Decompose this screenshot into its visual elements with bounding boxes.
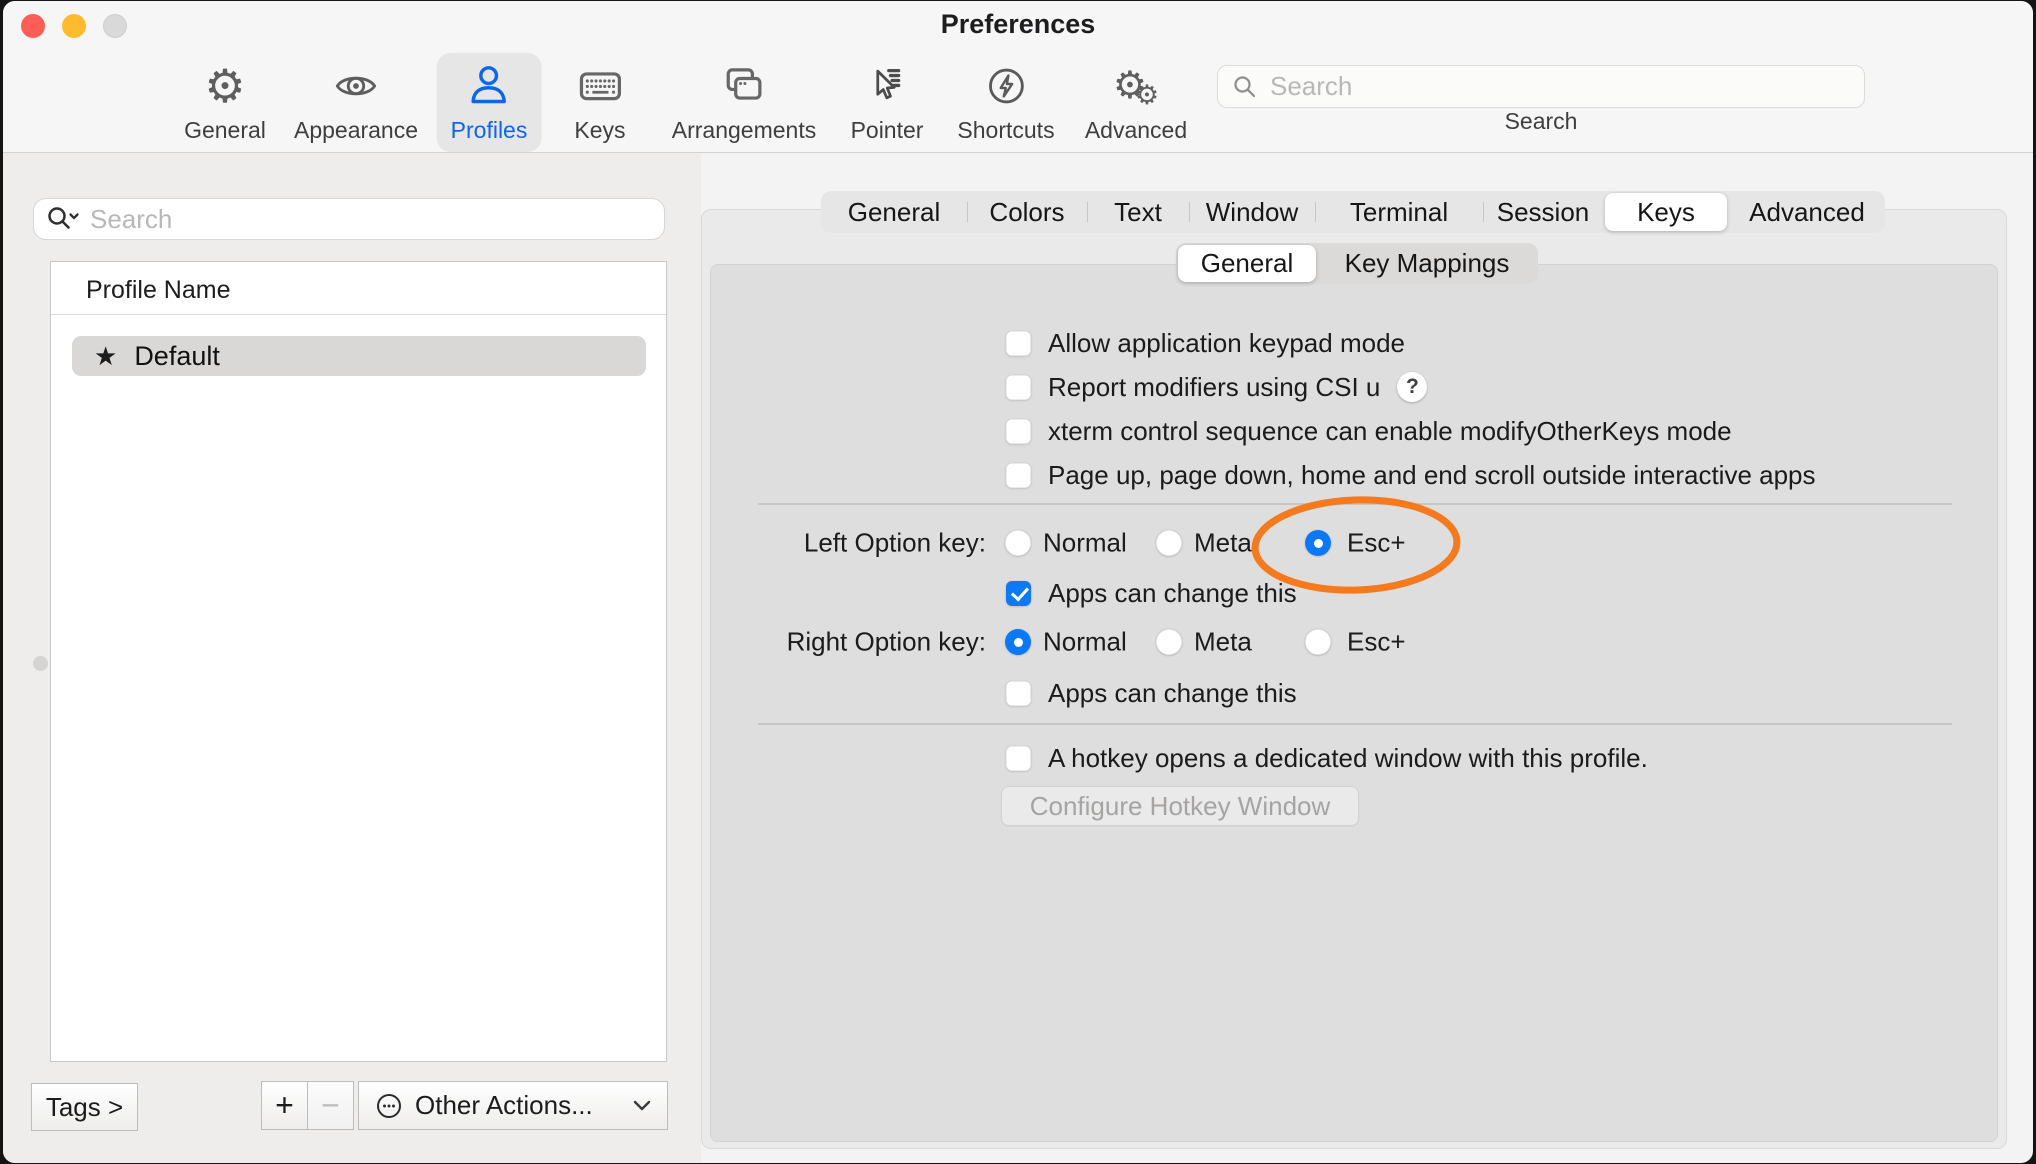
profile-tabs: General Colors Text Window Terminal Sess…	[821, 191, 1885, 233]
profile-list-header: Profile Name	[86, 276, 231, 305]
chevron-down-icon	[633, 1100, 651, 1111]
toolbar-item-shortcuts[interactable]: Shortcuts	[943, 53, 1068, 152]
preferences-window: Preferences ⚙ General Appearance	[3, 1, 2033, 1163]
titlebar: Preferences ⚙ General Appearance	[3, 1, 2033, 153]
lightning-icon	[984, 57, 1028, 115]
windows-icon	[721, 57, 767, 115]
right-option-key-label: Right Option key:	[643, 627, 986, 658]
gears-icon: ⚙⚙	[1113, 57, 1159, 115]
hotkey-row: A hotkey opens a dedicated window with t…	[1006, 741, 1648, 775]
modifyotherkeys-checkbox[interactable]	[1006, 419, 1031, 444]
gear-icon: ⚙	[204, 57, 245, 115]
star-icon: ★	[94, 343, 117, 369]
toolbar-search-input[interactable]	[1268, 70, 1850, 103]
left-option-meta-radio[interactable]	[1156, 530, 1182, 556]
subtab-general[interactable]: General	[1178, 245, 1316, 282]
left-option-key-row: Left Option key: Normal Meta Esc+	[3, 526, 2033, 560]
left-option-key-label: Left Option key:	[643, 528, 986, 559]
tab-text[interactable]: Text	[1087, 191, 1189, 233]
keys-subtabs: General Key Mappings	[1176, 243, 1538, 284]
left-option-normal-radio[interactable]	[1005, 530, 1031, 556]
hotkey-window-checkbox[interactable]	[1006, 746, 1031, 771]
tab-window[interactable]: Window	[1189, 191, 1315, 233]
page-scroll-checkbox[interactable]	[1006, 463, 1031, 488]
tab-advanced[interactable]: Advanced	[1729, 191, 1885, 233]
toolbar-item-appearance[interactable]: Appearance	[280, 53, 432, 152]
tab-session[interactable]: Session	[1483, 191, 1603, 233]
left-apps-change-row: Apps can change this	[1006, 576, 1297, 610]
profile-row-default[interactable]: ★ Default	[72, 336, 646, 376]
search-scope-icon	[46, 205, 80, 233]
right-option-esc-radio[interactable]	[1305, 629, 1331, 655]
toolbar-item-advanced[interactable]: ⚙⚙ Advanced	[1071, 53, 1201, 152]
eye-icon	[334, 57, 378, 115]
other-actions-label: Other Actions...	[415, 1090, 593, 1121]
toolbar-item-general[interactable]: ⚙ General	[170, 53, 280, 152]
right-option-normal-radio[interactable]	[1005, 629, 1031, 655]
tags-button[interactable]: Tags >	[31, 1083, 138, 1131]
section-divider	[758, 503, 1952, 505]
tab-colors[interactable]: Colors	[967, 191, 1087, 233]
person-icon	[466, 57, 512, 115]
subtab-key-mappings[interactable]: Key Mappings	[1318, 243, 1536, 284]
checkbox-row: Page up, page down, home and end scroll …	[1006, 458, 1816, 492]
profile-search-field[interactable]	[33, 198, 665, 240]
right-apps-change-checkbox[interactable]	[1006, 681, 1031, 706]
add-profile-button[interactable]: +	[261, 1081, 308, 1130]
list-header-divider	[51, 314, 666, 315]
configure-hotkey-window-button[interactable]: Configure Hotkey Window	[1001, 786, 1359, 826]
search-icon	[1232, 74, 1258, 100]
checkbox-row: xterm control sequence can enable modify…	[1006, 414, 1732, 448]
keyboard-icon	[577, 57, 623, 115]
toolbar-item-keys[interactable]: Keys	[560, 53, 639, 152]
profile-list: Profile Name ★ Default	[50, 261, 667, 1062]
profile-search-input[interactable]	[88, 203, 652, 236]
cursor-icon	[865, 57, 909, 115]
right-apps-change-row: Apps can change this	[1006, 676, 1297, 710]
toolbar-item-arrangements[interactable]: Arrangements	[658, 53, 830, 152]
profile-name: Default	[134, 341, 220, 372]
screenshot: Preferences ⚙ General Appearance	[0, 0, 2036, 1164]
right-option-meta-radio[interactable]	[1156, 629, 1182, 655]
toolbar-item-pointer[interactable]: Pointer	[837, 53, 938, 152]
section-divider	[758, 723, 1952, 725]
tab-keys[interactable]: Keys	[1605, 193, 1727, 231]
toolbar-item-profiles[interactable]: Profiles	[437, 53, 542, 152]
tab-terminal[interactable]: Terminal	[1315, 191, 1483, 233]
window-title: Preferences	[3, 9, 2033, 40]
csi-u-checkbox[interactable]	[1006, 375, 1031, 400]
toolbar-search-caption: Search	[1505, 108, 1578, 135]
ellipsis-circle-icon	[375, 1092, 403, 1120]
checkbox-row: Report modifiers using CSI u ?	[1006, 370, 1427, 404]
allow-keypad-checkbox[interactable]	[1006, 331, 1031, 356]
other-actions-dropdown[interactable]: Other Actions...	[358, 1081, 668, 1130]
left-apps-change-checkbox[interactable]	[1006, 581, 1031, 606]
tab-general[interactable]: General	[821, 191, 967, 233]
left-option-esc-radio[interactable]	[1305, 530, 1331, 556]
checkbox-row: Allow application keypad mode	[1006, 326, 1405, 360]
toolbar-search-field[interactable]	[1217, 65, 1865, 108]
help-button[interactable]: ?	[1397, 372, 1427, 402]
remove-profile-button[interactable]: −	[307, 1081, 354, 1130]
right-option-key-row: Right Option key: Normal Meta Esc+	[3, 625, 2033, 659]
